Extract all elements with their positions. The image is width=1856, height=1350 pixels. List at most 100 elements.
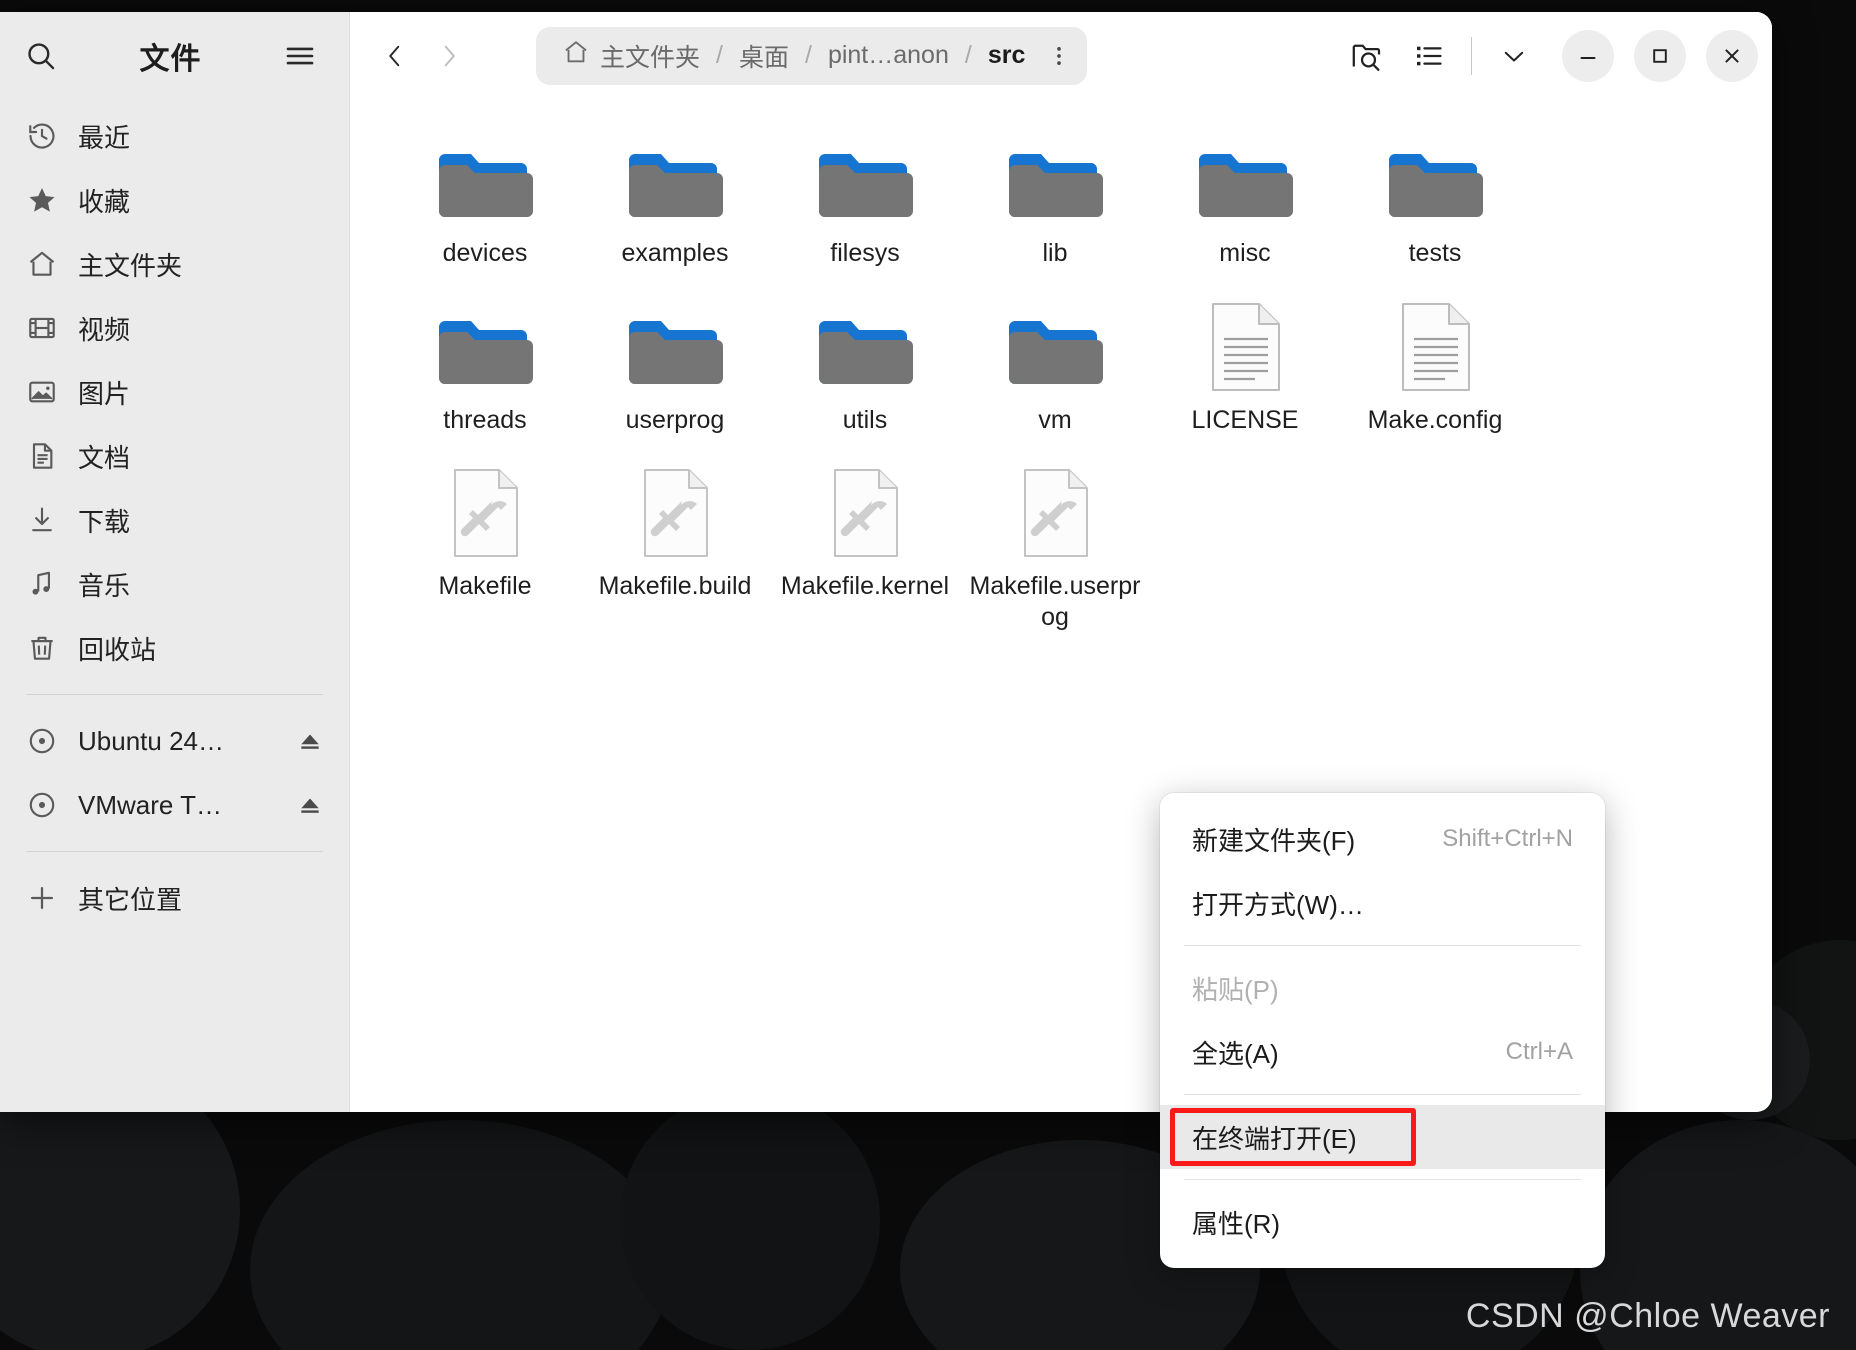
clock-recent-icon — [24, 120, 60, 152]
file-item[interactable]: userprog — [580, 295, 770, 448]
hamburger-menu-icon[interactable] — [277, 33, 323, 79]
breadcrumb-label: src — [987, 41, 1026, 69]
makefile-icon — [432, 469, 538, 561]
file-item[interactable]: misc — [1150, 128, 1340, 281]
file-item[interactable]: threads — [390, 295, 580, 448]
file-label: filesys — [830, 239, 900, 267]
watermark-bottom: CSDN @Chloe Weaver — [1465, 1297, 1830, 1335]
file-label: utils — [842, 405, 888, 434]
eject-icon[interactable] — [295, 728, 325, 754]
plus-icon — [24, 882, 60, 914]
sidebar-places-list: 最近 收藏 主文件夹 视频 图片 文档 下载 音乐 回收站 Ubuntu 24…… — [0, 100, 349, 930]
sidebar-item-label: 音乐 — [78, 570, 131, 601]
sidebar-divider — [26, 851, 323, 852]
context-menu-separator — [1184, 945, 1581, 946]
chevron-down-icon[interactable] — [1486, 28, 1542, 84]
image-icon — [24, 376, 60, 408]
file-item[interactable]: devices — [390, 128, 580, 281]
home-icon — [562, 38, 590, 73]
file-label: tests — [1408, 239, 1462, 267]
sidebar-item-documents[interactable]: 文档 — [10, 424, 339, 488]
film-icon — [24, 312, 60, 344]
context-menu-item-select-all[interactable]: 全选(A) Ctrl+A — [1160, 1020, 1605, 1084]
headerbar: 主文件夹 / 桌面 / pint…anon / src — [350, 12, 1772, 100]
folder-search-icon[interactable] — [1339, 28, 1395, 84]
sidebar-header: 文件 — [0, 12, 349, 100]
text-file-icon — [1382, 302, 1488, 395]
trash-icon — [24, 632, 60, 664]
sidebar-item-music[interactable]: 音乐 — [10, 552, 339, 616]
folder-icon — [1382, 136, 1488, 228]
file-label: lib — [1042, 239, 1068, 267]
file-item[interactable]: Makefile.build — [580, 461, 770, 644]
minimize-button[interactable] — [1562, 29, 1614, 82]
maximize-button[interactable] — [1634, 29, 1686, 82]
file-item[interactable]: Make.config — [1340, 295, 1530, 448]
music-note-icon — [24, 568, 60, 600]
back-button[interactable] — [368, 29, 422, 83]
context-menu-item-properties[interactable]: 属性(R) — [1160, 1190, 1605, 1254]
sidebar-title: 文件 — [139, 43, 202, 76]
wallpaper-blob — [620, 1090, 880, 1350]
vertical-ellipsis-icon[interactable] — [1037, 32, 1081, 80]
eject-icon[interactable] — [295, 792, 325, 818]
file-label: Makefile.build — [598, 572, 752, 600]
file-item[interactable]: filesys — [770, 128, 960, 281]
breadcrumb-item-project[interactable]: pint…anon — [816, 32, 961, 80]
makefile-icon — [622, 469, 728, 561]
makefile-icon — [1002, 469, 1108, 561]
sidebar-item-ubuntu-drive[interactable]: Ubuntu 24… — [10, 709, 339, 773]
breadcrumb-item-src[interactable]: src — [976, 32, 1038, 80]
breadcrumb-item-desktop[interactable]: 桌面 — [727, 32, 801, 80]
sidebar-item-starred[interactable]: 收藏 — [10, 168, 339, 232]
file-item[interactable]: LICENSE — [1150, 295, 1340, 448]
list-view-icon[interactable] — [1401, 28, 1457, 84]
sidebar-item-label: 回收站 — [78, 634, 157, 665]
sidebar-item-other-locations[interactable]: 其它位置 — [10, 866, 339, 930]
sidebar-item-label: 收藏 — [78, 186, 131, 217]
sidebar-item-home[interactable]: 主文件夹 — [10, 232, 339, 296]
search-icon[interactable] — [18, 33, 64, 79]
file-item[interactable]: Makefile.userprog — [960, 461, 1150, 644]
file-item[interactable]: utils — [770, 295, 960, 448]
file-label: LICENSE — [1191, 405, 1299, 434]
makefile-icon — [812, 469, 918, 561]
sidebar-item-downloads[interactable]: 下载 — [10, 488, 339, 552]
file-label: Makefile — [438, 572, 532, 600]
context-menu-item-open-in-terminal[interactable]: 在终端打开(E) — [1160, 1105, 1605, 1169]
download-arrow-icon — [24, 504, 60, 536]
sidebar-item-label: 其它位置 — [78, 884, 183, 915]
sidebar-item-label: 图片 — [78, 378, 131, 409]
sidebar-item-recent[interactable]: 最近 — [10, 104, 339, 168]
file-item[interactable]: tests — [1340, 128, 1530, 281]
context-menu-item-open-with[interactable]: 打开方式(W)… — [1160, 871, 1605, 935]
file-grid: devices examples filesys lib misc tests … — [390, 128, 1732, 644]
file-item[interactable]: examples — [580, 128, 770, 281]
disc-icon — [24, 789, 60, 821]
file-label: devices — [442, 239, 528, 267]
breadcrumb-label: 主文件夹 — [600, 43, 701, 72]
disc-icon — [24, 725, 60, 757]
file-label: Makefile.kernel — [780, 572, 950, 600]
close-button[interactable] — [1706, 29, 1758, 82]
file-item[interactable]: lib — [960, 128, 1150, 281]
folder-icon — [812, 136, 918, 228]
file-item[interactable]: Makefile — [390, 461, 580, 644]
sidebar-item-pictures[interactable]: 图片 — [10, 360, 339, 424]
sidebar-item-vmware-drive[interactable]: VMware T… — [10, 773, 339, 837]
sidebar-item-videos[interactable]: 视频 — [10, 296, 339, 360]
file-item[interactable]: vm — [960, 295, 1150, 448]
sidebar-item-trash[interactable]: 回收站 — [10, 616, 339, 680]
context-menu-accel: Shift+Ctrl+N — [1442, 825, 1573, 852]
toolbar-divider — [1471, 36, 1472, 75]
breadcrumb-item-home[interactable]: 主文件夹 — [550, 32, 712, 80]
sidebar-item-label: 下载 — [78, 506, 131, 537]
star-icon — [24, 184, 60, 216]
sidebar-item-label: 视频 — [78, 314, 131, 345]
forward-button[interactable] — [422, 29, 476, 83]
context-menu-item-new-folder[interactable]: 新建文件夹(F) Shift+Ctrl+N — [1160, 807, 1605, 871]
context-menu-item-paste[interactable]: 粘贴(P) — [1160, 956, 1605, 1020]
file-item[interactable]: Makefile.kernel — [770, 461, 960, 644]
breadcrumb-label: pint…anon — [827, 41, 949, 69]
context-menu-label: 在终端打开(E) — [1192, 1123, 1357, 1154]
